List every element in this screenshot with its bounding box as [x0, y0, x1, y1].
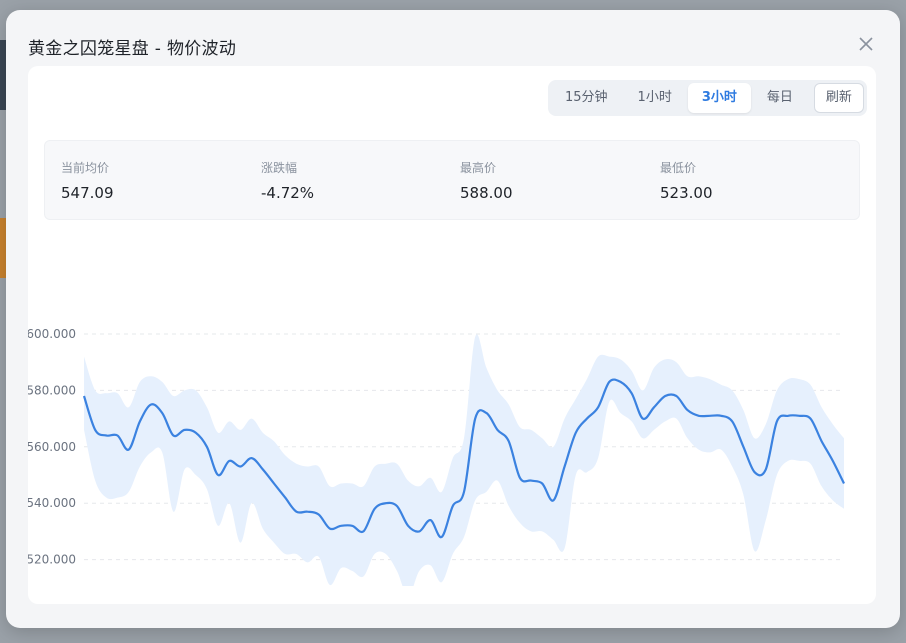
price-fluctuation-dialog: 黄金之囚笼星盘 - 物价波动 15分钟 1小时 3小时 每日 刷新 当前均价 5… [6, 10, 900, 628]
price-range-band [84, 334, 844, 586]
stat-current-average: 当前均价 547.09 [61, 159, 114, 202]
y-tick-label: 600.000 [28, 327, 76, 341]
price-stats-panel: 当前均价 547.09 涨跌幅 -4.72% 最高价 588.00 最低价 52… [44, 140, 860, 220]
close-icon [859, 37, 873, 51]
price-chart-svg: 500.000520.000540.000560.000580.000600.0… [28, 327, 845, 586]
stat-high: 最高价 588.00 [460, 159, 513, 202]
y-tick-label: 540.000 [28, 496, 76, 510]
stat-value: 523.00 [660, 184, 713, 202]
refresh-button[interactable]: 刷新 [813, 83, 864, 113]
stat-value: 547.09 [61, 184, 114, 202]
stat-low: 最低价 523.00 [660, 159, 713, 202]
stat-label: 涨跌幅 [261, 161, 298, 175]
y-tick-label: 520.000 [28, 553, 76, 567]
stat-value: 588.00 [460, 184, 513, 202]
stat-change-percent: 涨跌幅 -4.72% [261, 159, 314, 202]
dialog-title: 黄金之囚笼星盘 - 物价波动 [28, 39, 237, 59]
close-button[interactable] [856, 34, 876, 54]
stat-label: 当前均价 [61, 161, 110, 175]
range-3h-button[interactable]: 3小时 [687, 83, 751, 113]
range-1h-button[interactable]: 1小时 [624, 83, 686, 113]
y-tick-label: 560.000 [28, 440, 76, 454]
time-range-selector: 15分钟 1小时 3小时 每日 刷新 [548, 80, 867, 116]
stat-value: -4.72% [261, 184, 315, 202]
range-15min-button[interactable]: 15分钟 [551, 83, 622, 113]
chart-card: 15分钟 1小时 3小时 每日 刷新 当前均价 547.09 涨跌幅 -4.72… [28, 66, 876, 604]
y-tick-label: 580.000 [28, 383, 76, 397]
range-daily-button[interactable]: 每日 [753, 83, 807, 113]
price-chart: 500.000520.000540.000560.000580.000600.0… [28, 266, 876, 586]
stat-label: 最高价 [460, 161, 497, 175]
stat-label: 最低价 [660, 161, 697, 175]
